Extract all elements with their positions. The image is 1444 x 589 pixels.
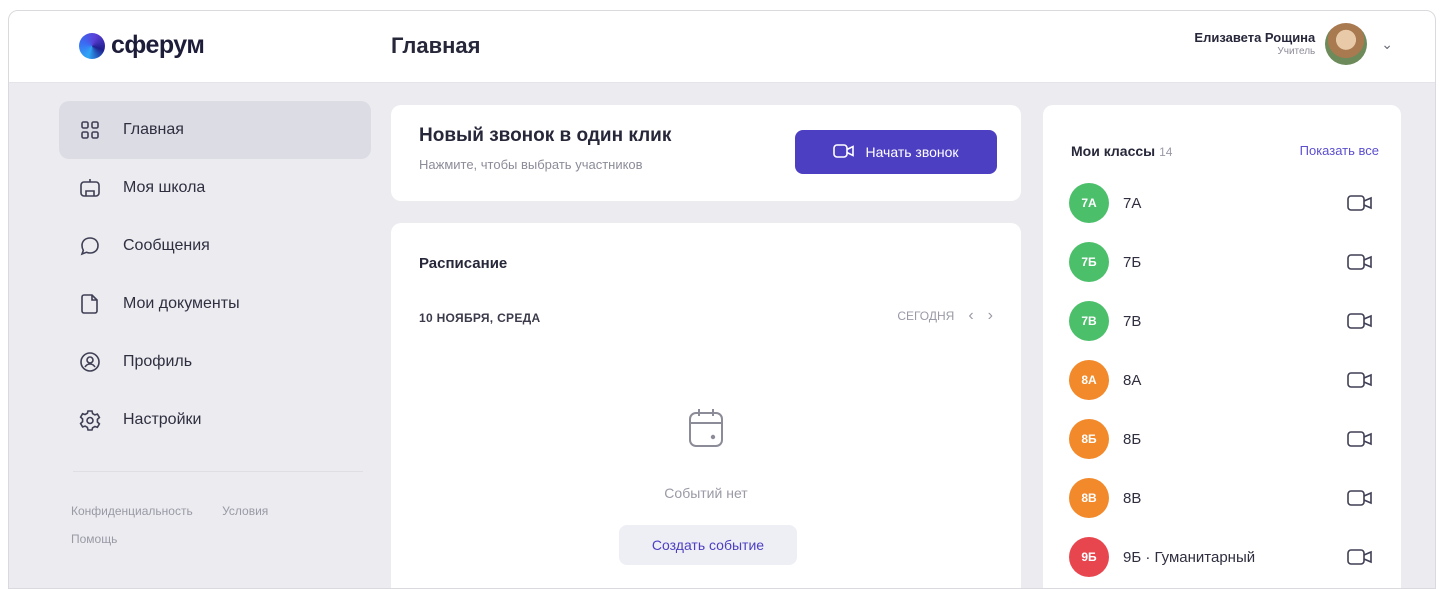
help-link[interactable]: Помощь [71,532,117,546]
video-call-icon[interactable] [1347,429,1373,449]
class-badge: 8А [1069,360,1109,400]
user-info: Елизавета Рощина Учитель [1194,29,1316,57]
class-row-7a[interactable]: 7А 7А [1069,181,1379,225]
page-title: Главная [391,33,481,58]
schedule-card: Расписание 10 НОЯБРЯ, СРЕДА СЕГОДНЯ ‹ › … [391,223,1021,588]
sidebar-item-my-school[interactable]: Моя школа [59,159,371,217]
class-row-7b[interactable]: 7Б 7Б [1069,240,1379,284]
chevron-right-icon[interactable]: › [988,307,993,325]
sidebar-item-label: Мои документы [123,295,240,312]
class-name: 7Б [1123,253,1142,271]
class-badge: 8В [1069,478,1109,518]
class-badge: 7Б [1069,242,1109,282]
class-badge: 7А [1069,183,1109,223]
video-call-icon[interactable] [1347,547,1373,567]
terms-link[interactable]: Условия [222,504,268,518]
gear-icon [79,409,101,431]
sidebar-item-label: Главная [123,121,184,138]
class-row-8v[interactable]: 8В 8В [1069,476,1379,520]
empty-events-text: Событий нет [664,485,748,501]
video-call-icon[interactable] [1347,252,1373,272]
top-header: сферум Главная Елизавета Рощина Учитель … [9,11,1435,83]
class-badge: 7В [1069,301,1109,341]
show-all-link[interactable]: Показать все [1300,143,1379,158]
footer-links: Конфиденциальность Условия Помощь [71,497,361,553]
classes-title: Мои классы 14 [1071,143,1172,159]
user-role: Учитель [1277,45,1316,57]
school-icon [79,177,101,199]
today-button[interactable]: СЕГОДНЯ [897,309,954,323]
schedule-date: 10 НОЯБРЯ, СРЕДА [419,311,541,325]
sidebar-item-settings[interactable]: Настройки [59,391,371,449]
my-classes-card: Мои классы 14 Показать все 7А 7А 7Б 7Б 7В… [1043,105,1401,588]
classes-count: 14 [1159,145,1173,159]
sidebar: Главная Моя школа Сообщения Мои документ… [9,83,381,588]
video-call-icon[interactable] [1347,370,1373,390]
start-call-label: Начать звонок [865,144,959,160]
home-grid-icon [79,119,101,141]
class-row-7v[interactable]: 7В 7В [1069,299,1379,343]
avatar[interactable] [1325,23,1368,65]
class-badge: 8Б [1069,419,1109,459]
class-row-8a[interactable]: 8А 8А [1069,358,1379,402]
sidebar-item-label: Настройки [123,411,202,428]
sidebar-item-profile[interactable]: Профиль [59,333,371,391]
schedule-navigation: СЕГОДНЯ ‹ › [897,307,993,325]
schedule-title: Расписание [419,255,508,272]
create-event-button[interactable]: Создать событие [619,525,797,565]
calendar-icon [689,409,723,447]
privacy-link[interactable]: Конфиденциальность [71,504,193,518]
document-icon [79,293,101,315]
class-name: 8А [1123,371,1142,389]
sidebar-item-home[interactable]: Главная [59,101,371,159]
app-window: сферум Главная Елизавета Рощина Учитель … [8,10,1436,589]
class-row-8b[interactable]: 8Б 8Б [1069,417,1379,461]
video-call-icon[interactable] [1347,311,1373,331]
chevron-left-icon[interactable]: ‹ [968,307,973,325]
chat-bubble-icon [79,235,101,257]
class-name: 8В [1123,489,1142,507]
sidebar-item-label: Профиль [123,353,193,370]
profile-icon [79,351,101,373]
class-badge: 9Б [1069,537,1109,577]
call-card-subtitle: Нажмите, чтобы выбрать участников [419,157,643,172]
user-name: Елизавета Рощина [1194,29,1316,45]
user-menu[interactable]: Елизавета Рощина Учитель ⌄ [1194,23,1393,65]
sidebar-item-documents[interactable]: Мои документы [59,275,371,333]
start-call-button[interactable]: Начать звонок [795,130,997,174]
logo-text: сферум [111,31,205,59]
video-call-icon[interactable] [1347,193,1373,213]
classes-title-text: Мои классы [1071,143,1156,159]
sidebar-item-label: Сообщения [123,237,210,254]
video-camera-icon [833,143,855,162]
chevron-down-icon[interactable]: ⌄ [1381,36,1393,53]
class-name: 7А [1123,194,1142,212]
class-name: 8Б [1123,430,1142,448]
call-card-title: Новый звонок в один клик [419,125,672,146]
logo[interactable]: сферум [79,31,205,60]
sidebar-divider [73,471,363,472]
new-call-card: Новый звонок в один клик Нажмите, чтобы … [391,105,1021,201]
sidebar-item-messages[interactable]: Сообщения [59,217,371,275]
sidebar-item-label: Моя школа [123,179,206,196]
logo-mark-icon [79,32,105,59]
video-call-icon[interactable] [1347,488,1373,508]
class-row-9b[interactable]: 9Б 9Б · Гуманитарный [1069,535,1379,579]
class-name: 9Б · Гуманитарный [1123,548,1256,566]
class-name: 7В [1123,312,1142,330]
